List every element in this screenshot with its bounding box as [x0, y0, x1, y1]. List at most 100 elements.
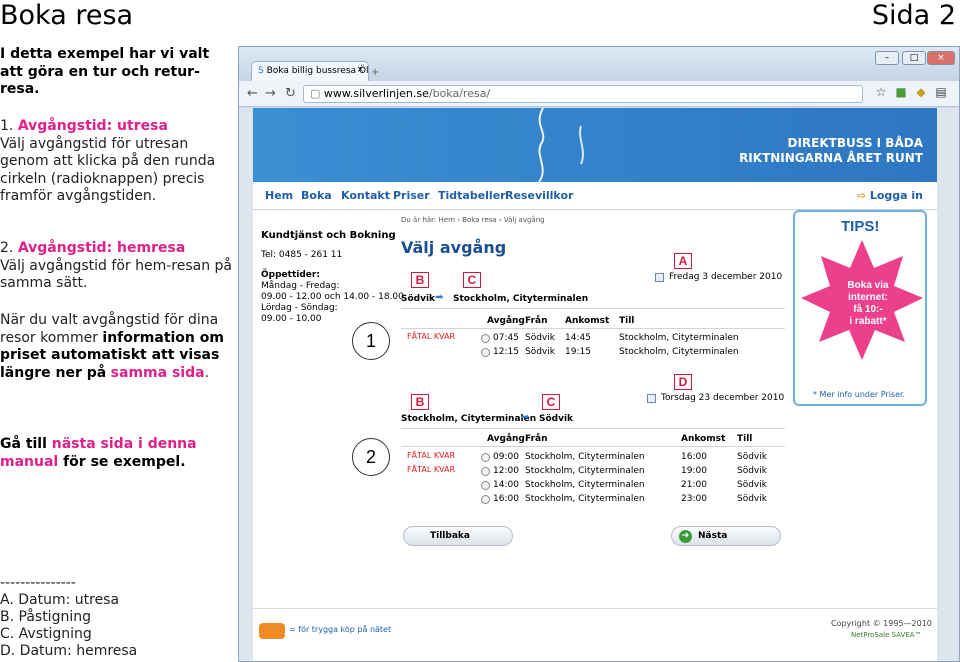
sidebar-hours: 09.00 - 10.00	[261, 314, 322, 324]
page-heading: Välj avgång	[401, 238, 507, 257]
outbound-date: Fredag 3 december 2010	[669, 272, 783, 282]
marker-c: C	[542, 394, 560, 410]
new-tab-icon[interactable]: +	[371, 67, 383, 79]
next-page-part3: för se exempel.	[63, 453, 186, 470]
tips-title: TIPS!	[841, 218, 880, 235]
login-link[interactable]: ⇨ Logga in	[857, 189, 923, 202]
url-path: /boka/resa/	[428, 87, 491, 100]
arrival-place: Södvik	[737, 480, 767, 490]
silverlinjen-site: DIREKTBUSS I BÅDA RIKTNINGARNA ÅRET RUNT…	[253, 108, 937, 661]
status-badge: FÅTAL KVAR	[407, 465, 456, 474]
departure-radio[interactable]	[481, 481, 490, 490]
intro-text: I detta exempel har vi valt att göra en …	[0, 46, 210, 97]
departure-radio[interactable]	[481, 334, 490, 343]
back-button[interactable]: Tillbaka	[403, 526, 513, 546]
page-icon: ▢	[310, 87, 324, 100]
step1-title: Avgångstid: utresa	[17, 118, 168, 134]
minimize-icon[interactable]: –	[875, 51, 899, 65]
window-close-icon[interactable]: ×	[927, 51, 955, 65]
price-info-link[interactable]: samma sida	[111, 365, 205, 381]
banner-line: DIREKTBUSS I BÅDA	[787, 136, 924, 150]
back-arrow-icon[interactable]: ←	[247, 86, 258, 101]
page-menu-icon[interactable]: ▤	[933, 85, 949, 101]
secure-shop-text: = för trygga köp på nätet	[289, 625, 392, 634]
arrival-time: 19:00	[681, 466, 707, 476]
menu-item-kontakt[interactable]: Kontakt	[341, 189, 390, 202]
arrival-place: Stockholm, Cityterminalen	[619, 347, 739, 357]
powered-by: NetProSale SAVEA™	[851, 631, 922, 639]
extension-icon[interactable]: ◆	[913, 85, 929, 101]
step2-number: 2.	[0, 240, 14, 256]
arrival-time: 16:00	[681, 452, 707, 462]
departure-radio[interactable]	[481, 467, 490, 476]
departure-radio[interactable]	[481, 495, 490, 504]
coastline-map-icon	[538, 108, 584, 182]
step1-body: Välj avgångstid för utresan genom att kl…	[0, 135, 216, 205]
tips-line: i rabatt*	[849, 316, 887, 327]
departure-radio[interactable]	[481, 348, 490, 357]
legend-item: C. Avstigning	[0, 626, 92, 642]
price-info-block: När du valt avgångstid för dina resor ko…	[0, 312, 232, 382]
star-icon[interactable]: ☆	[873, 85, 889, 101]
marker-d: D	[674, 374, 692, 390]
departure-from: Stockholm, Cityterminalen	[525, 480, 645, 490]
marker-b: B	[411, 272, 429, 288]
marker-c: C	[463, 272, 481, 288]
departure-from: Stockholm, Cityterminalen	[525, 494, 645, 504]
divider	[401, 328, 785, 329]
banner-line: RIKTNINGARNA ÅRET RUNT	[739, 151, 923, 165]
secure-shop-icon	[259, 623, 285, 639]
status-badge: FÅTAL KVAR	[407, 332, 456, 341]
browser-tab[interactable]: S Boka billig bussresa Ölan... ×	[251, 61, 369, 81]
col-header-ankomst: Ankomst	[681, 434, 726, 444]
browser-titlebar: S Boka billig bussresa Ölan... × + – □ ×	[239, 47, 959, 81]
browser-window: S Boka billig bussresa Ölan... × + – □ ×…	[238, 46, 960, 662]
arrow-right-icon: ⇨	[856, 189, 870, 202]
step-1-marker: 1	[352, 322, 390, 360]
forward-arrow-icon[interactable]: →	[265, 86, 276, 101]
divider	[401, 446, 785, 447]
maximize-icon[interactable]: □	[902, 51, 926, 65]
step2-block: 2. Avgångstid: hemresa Välj avgångstid f…	[0, 240, 232, 293]
copyright: Copyright © 1995—2010	[831, 619, 932, 628]
menu-item-priser[interactable]: Priser	[393, 189, 430, 202]
tab-title: Boka billig bussresa Ölan...	[266, 66, 369, 76]
browser-toolbar: ← → ↻ ▢ www.silverlinjen.se/boka/resa/ ☆…	[239, 81, 959, 107]
close-icon[interactable]: ×	[356, 65, 364, 75]
price-info-period: .	[204, 364, 210, 381]
calendar-icon[interactable]	[655, 273, 664, 282]
return-to: Södvik	[539, 414, 574, 424]
direction-arrow-icon: ➡	[521, 412, 530, 423]
extension-icon[interactable]: ■	[893, 85, 909, 101]
sidebar-hours-title: Öppettider:	[261, 270, 320, 280]
legend-item: B. Påstigning	[0, 609, 91, 625]
return-date: Torsdag 23 december 2010	[661, 393, 785, 403]
arrival-time: 23:00	[681, 494, 707, 504]
departure-from: Stockholm, Cityterminalen	[525, 466, 645, 476]
departure-from: Södvik	[525, 333, 555, 343]
departure-radio[interactable]	[481, 453, 490, 462]
next-button[interactable]: ➜ Nästa	[671, 526, 781, 546]
address-bar[interactable]: ▢ www.silverlinjen.se/boka/resa/	[303, 85, 863, 103]
menu-item-tidtabeller[interactable]: Tidtabeller	[438, 189, 506, 202]
calendar-icon[interactable]	[647, 394, 656, 403]
col-header-fran: Från	[525, 316, 548, 326]
departure-time: 16:00	[493, 494, 519, 504]
menu-item-resevillkor[interactable]: Resevillkor	[505, 189, 573, 202]
departure-time: 12:00	[493, 466, 519, 476]
arrival-place: Södvik	[737, 466, 767, 476]
col-header-fran: Från	[525, 434, 548, 444]
arrival-place: Stockholm, Cityterminalen	[619, 333, 739, 343]
menu-item-hem[interactable]: Hem	[265, 189, 293, 202]
next-button-label: Nästa	[698, 531, 728, 541]
divider	[401, 428, 785, 429]
tips-line: internet:	[848, 292, 888, 303]
departure-time: 12:15	[493, 347, 519, 357]
tips-more-link[interactable]: * Mer info under Priser.	[813, 390, 905, 399]
col-header-till: Till	[737, 434, 753, 444]
webpage-viewport: DIREKTBUSS I BÅDA RIKTNINGARNA ÅRET RUNT…	[239, 108, 959, 661]
reload-icon[interactable]: ↻	[285, 86, 296, 101]
menu-item-boka[interactable]: Boka	[301, 189, 332, 202]
col-header-ankomst: Ankomst	[565, 316, 610, 326]
departure-from: Stockholm, Cityterminalen	[525, 452, 645, 462]
